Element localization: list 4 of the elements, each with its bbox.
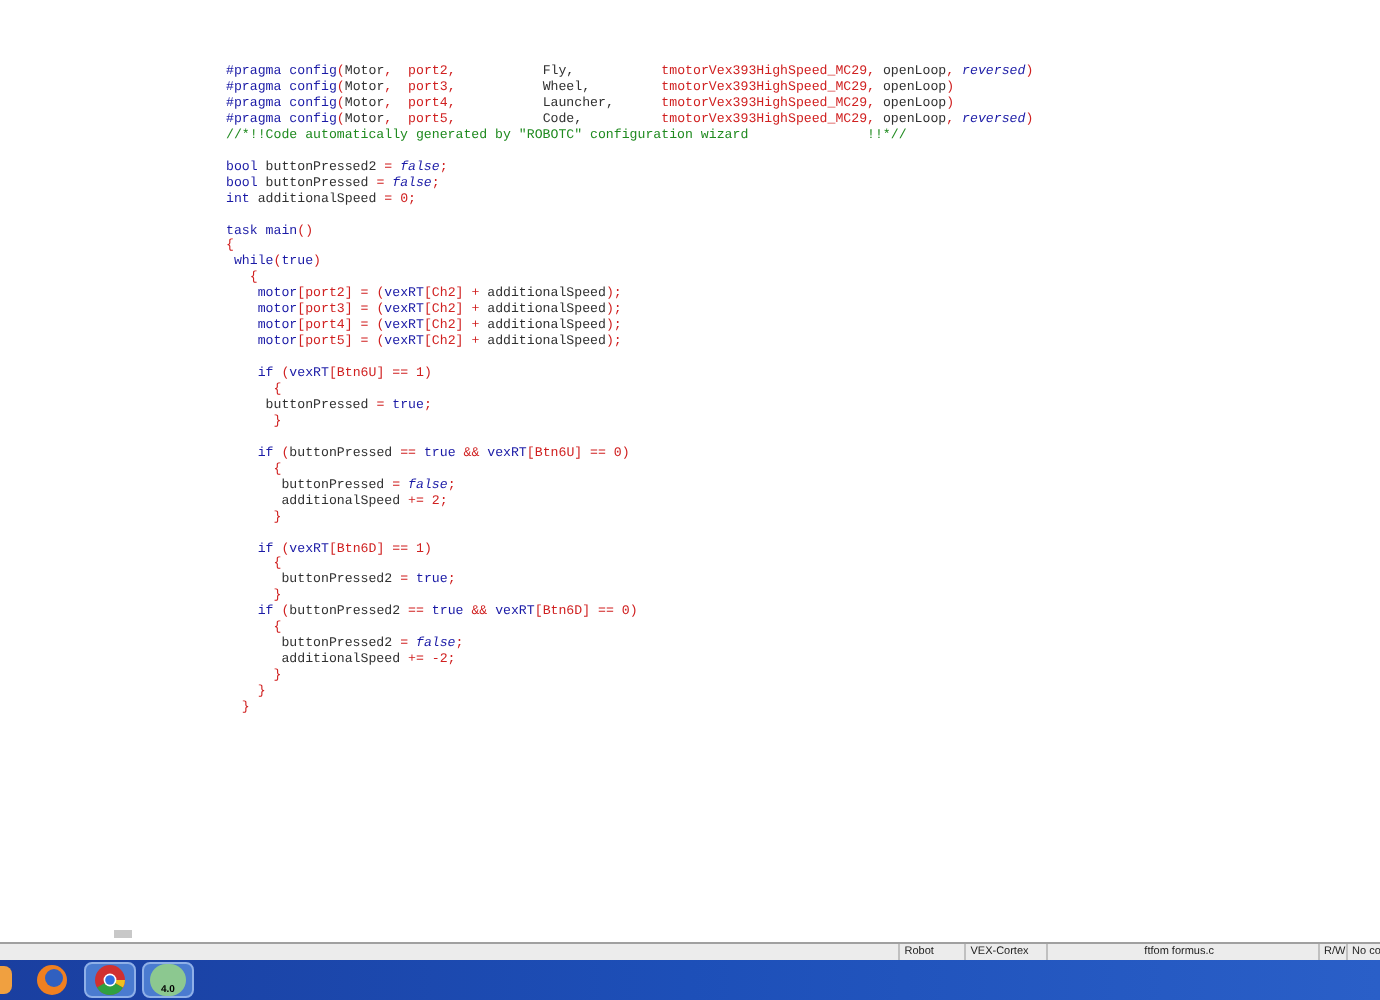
scroll-bar[interactable] [114,929,132,937]
app-icon[interactable] [0,966,12,994]
circle-icon[interactable] [94,964,126,996]
globe-icon[interactable] [36,964,68,996]
